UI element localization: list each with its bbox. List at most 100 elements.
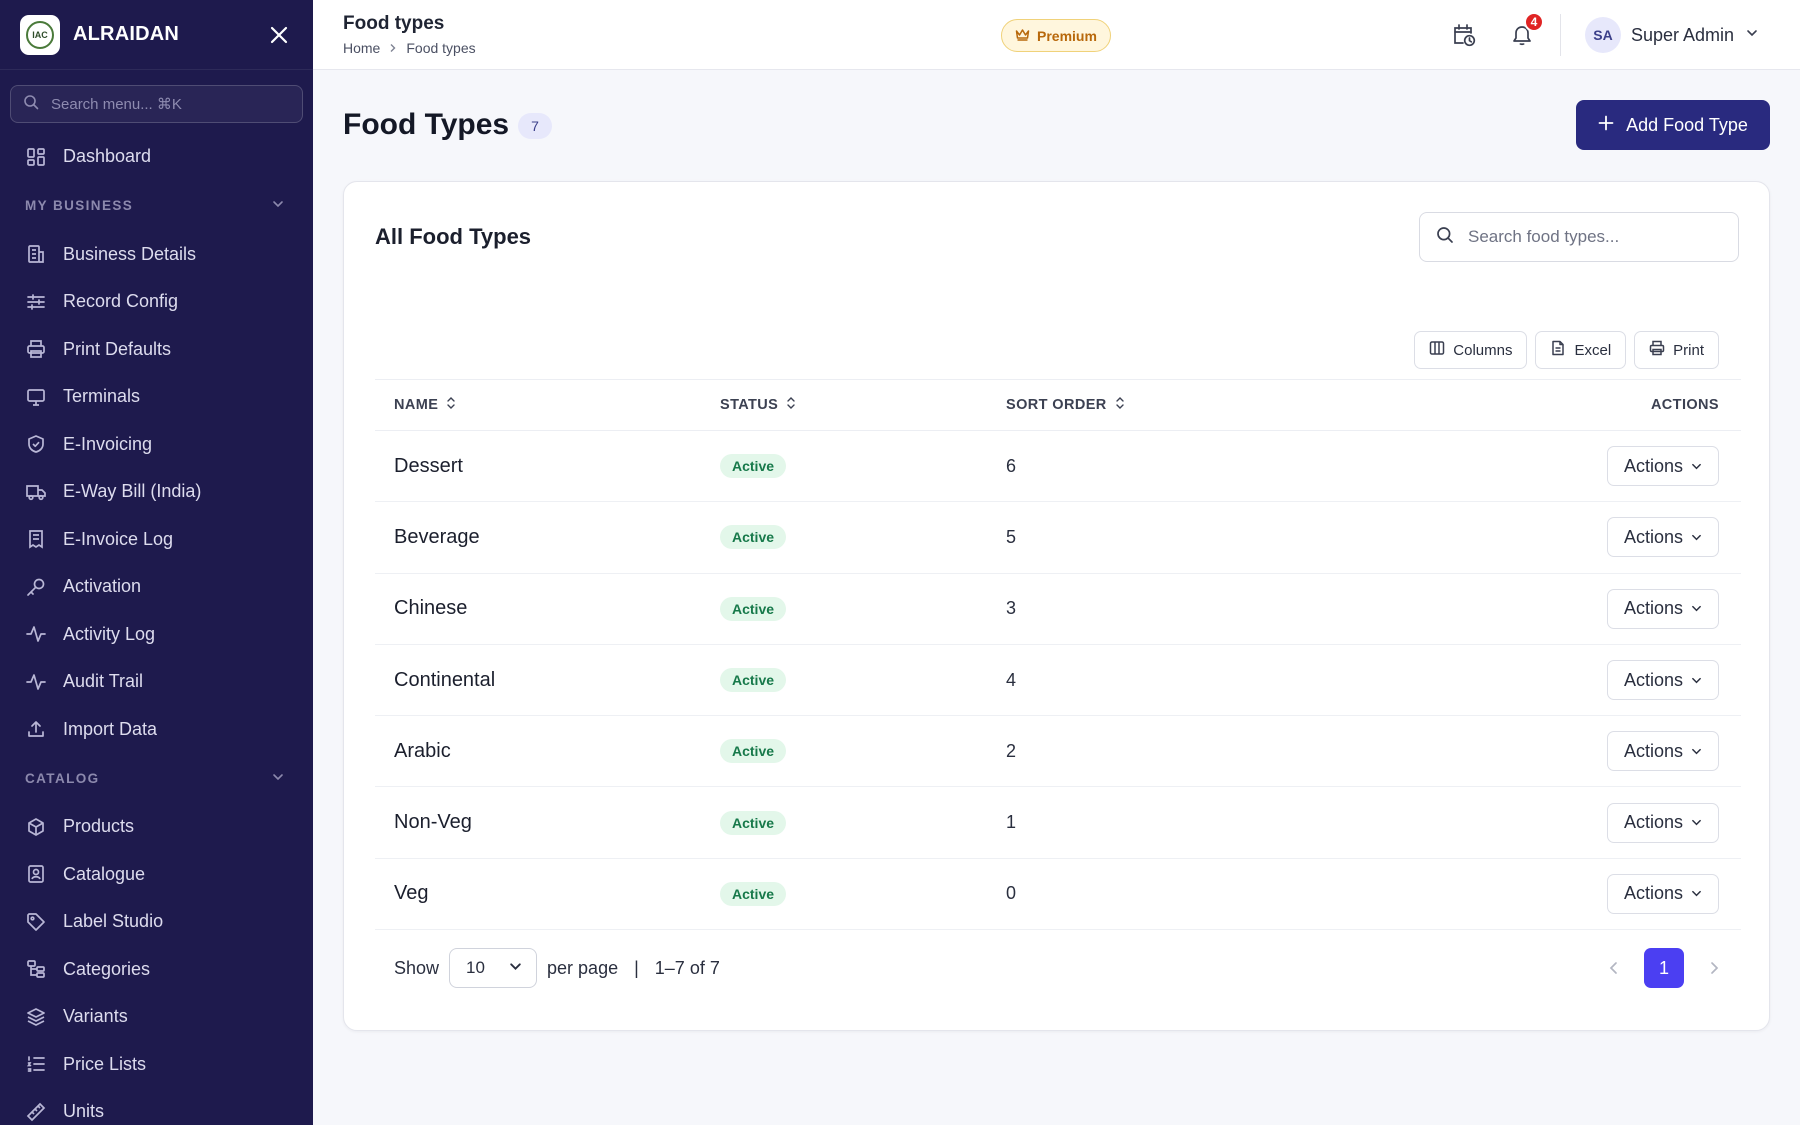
sidebar-item-label: Variants xyxy=(63,1006,128,1027)
sidebar-section-catalog[interactable]: CATALOG xyxy=(0,753,313,803)
section-title: MY BUSINESS xyxy=(25,198,134,213)
breadcrumb: Home Food types xyxy=(343,40,476,56)
sidebar-item-categories[interactable]: Categories xyxy=(0,946,313,994)
sidebar-item-label: Import Data xyxy=(63,718,158,739)
add-food-type-button[interactable]: Add Food Type xyxy=(1576,100,1770,150)
row-actions-button[interactable]: Actions xyxy=(1607,802,1719,843)
sidebar-item-record-config[interactable]: Record Config xyxy=(0,278,313,326)
chevron-down-icon xyxy=(1691,812,1702,833)
printer-icon xyxy=(1649,340,1665,360)
table-row: Non-Veg Active 1 Actions xyxy=(375,787,1741,859)
cell-sort-order: 3 xyxy=(1006,598,1017,619)
file-icon xyxy=(1550,340,1566,360)
sidebar-item-activation[interactable]: Activation xyxy=(0,563,313,611)
cell-sort-order: 2 xyxy=(1006,740,1017,761)
notification-count-badge: 4 xyxy=(1524,12,1544,32)
row-actions-button[interactable]: Actions xyxy=(1607,660,1719,701)
columns-label: Columns xyxy=(1453,341,1513,359)
row-actions-button[interactable]: Actions xyxy=(1607,446,1719,487)
sidebar-item-label: Dashboard xyxy=(63,146,152,167)
status-badge: Active xyxy=(720,668,787,693)
sidebar-item-e-invoice-log[interactable]: E-Invoice Log xyxy=(0,516,313,564)
cell-name: Veg xyxy=(394,882,429,905)
sidebar-item-variants[interactable]: Variants xyxy=(0,993,313,1041)
calendar-clock-icon[interactable] xyxy=(1448,19,1480,51)
sidebar-item-dashboard[interactable]: Dashboard xyxy=(0,133,313,181)
footer-separator: | xyxy=(634,957,639,978)
building-icon xyxy=(25,243,47,265)
chevron-down-icon xyxy=(1746,26,1758,44)
user-menu[interactable]: SA Super Admin xyxy=(1585,17,1758,53)
sidebar-item-print-defaults[interactable]: Print Defaults xyxy=(0,326,313,374)
cell-name: Continental xyxy=(394,668,496,691)
sidebar-section-my-business[interactable]: MY BUSINESS xyxy=(0,181,313,231)
food-types-search[interactable] xyxy=(1419,212,1739,262)
page-title: Food Types xyxy=(343,108,510,141)
sidebar-item-import-data[interactable]: Import Data xyxy=(0,706,313,754)
column-header-label: ACTIONS xyxy=(1650,397,1719,413)
column-header-sort-order[interactable]: SORT ORDER xyxy=(1006,396,1506,414)
sidebar-item-audit-trail[interactable]: Audit Trail xyxy=(0,658,313,706)
chevron-down-icon xyxy=(272,198,284,213)
bell-icon[interactable]: 4 xyxy=(1506,12,1544,51)
tree-icon xyxy=(25,958,47,980)
breadcrumb-home[interactable]: Home xyxy=(343,40,380,56)
box-icon xyxy=(25,816,47,838)
activity-icon xyxy=(25,623,47,645)
sidebar-item-e-invoicing[interactable]: E-Invoicing xyxy=(0,421,313,469)
sidebar-item-price-lists[interactable]: Price Lists xyxy=(0,1041,313,1089)
page-button-current[interactable]: 1 xyxy=(1644,948,1684,988)
sidebar-item-e-way-bill[interactable]: E-Way Bill (India) xyxy=(0,468,313,516)
chevron-down-icon xyxy=(1691,670,1702,691)
sidebar-item-terminals[interactable]: Terminals xyxy=(0,373,313,421)
per-page-value: 10 xyxy=(466,958,485,977)
card-title: All Food Types xyxy=(375,224,532,249)
premium-badge[interactable]: Premium xyxy=(1001,19,1111,52)
top-header: Food types Home Food types Premium 4 SA … xyxy=(313,0,1800,70)
row-actions-button[interactable]: Actions xyxy=(1607,517,1719,558)
sidebar-item-business-details[interactable]: Business Details xyxy=(0,231,313,279)
column-header-label: SORT ORDER xyxy=(1006,397,1107,413)
range-text: 1–7 of 7 xyxy=(654,957,720,978)
breadcrumb-current: Food types xyxy=(406,40,476,56)
sidebar-item-catalogue[interactable]: Catalogue xyxy=(0,851,313,899)
chevron-down-icon xyxy=(1691,598,1702,619)
sidebar-brand: IAC ALRAIDAN xyxy=(0,0,313,70)
printer-icon xyxy=(25,338,47,360)
sliders-icon xyxy=(25,291,47,313)
sidebar-item-label: Price Lists xyxy=(63,1053,147,1074)
sidebar-item-label: Label Studio xyxy=(63,911,164,932)
cell-name: Non-Veg xyxy=(394,811,472,834)
actions-label: Actions xyxy=(1623,526,1684,547)
sidebar-search-input[interactable]: Search menu... ⌘K xyxy=(10,85,303,123)
per-page-select[interactable]: 10 xyxy=(449,948,538,988)
column-header-name[interactable]: NAME xyxy=(375,396,720,414)
close-icon[interactable] xyxy=(265,21,293,49)
sort-icon xyxy=(786,396,796,414)
pagination: 1 xyxy=(1604,948,1724,988)
sidebar-item-units[interactable]: Units xyxy=(0,1088,313,1125)
food-types-table: NAME STATUS SORT ORDER ACTIONS Dessert A… xyxy=(375,379,1741,931)
column-header-actions: ACTIONS xyxy=(1506,397,1741,413)
sort-icon xyxy=(1115,396,1125,414)
table-footer: Show 10 per page | 1–7 of 7 1 xyxy=(394,947,1724,989)
row-actions-button[interactable]: Actions xyxy=(1607,873,1719,914)
row-actions-button[interactable]: Actions xyxy=(1607,731,1719,772)
header-title: Food types xyxy=(343,13,445,34)
chevron-left-icon[interactable] xyxy=(1604,958,1624,978)
columns-button[interactable]: Columns xyxy=(1414,331,1528,369)
section-title: CATALOG xyxy=(25,770,100,786)
chevron-down-icon xyxy=(272,771,284,786)
chevron-down-icon xyxy=(1691,456,1702,477)
column-header-status[interactable]: STATUS xyxy=(720,396,1006,414)
chevron-right-icon[interactable] xyxy=(1704,958,1724,978)
excel-button[interactable]: Excel xyxy=(1535,331,1627,369)
sidebar-item-products[interactable]: Products xyxy=(0,803,313,851)
sidebar-item-activity-log[interactable]: Activity Log xyxy=(0,611,313,659)
print-button[interactable]: Print xyxy=(1634,331,1719,369)
row-actions-button[interactable]: Actions xyxy=(1607,588,1719,629)
sidebar-item-label-studio[interactable]: Label Studio xyxy=(0,898,313,946)
search-input[interactable] xyxy=(1468,227,1718,247)
sidebar-item-label: Activity Log xyxy=(63,623,156,644)
status-badge: Active xyxy=(720,739,787,764)
